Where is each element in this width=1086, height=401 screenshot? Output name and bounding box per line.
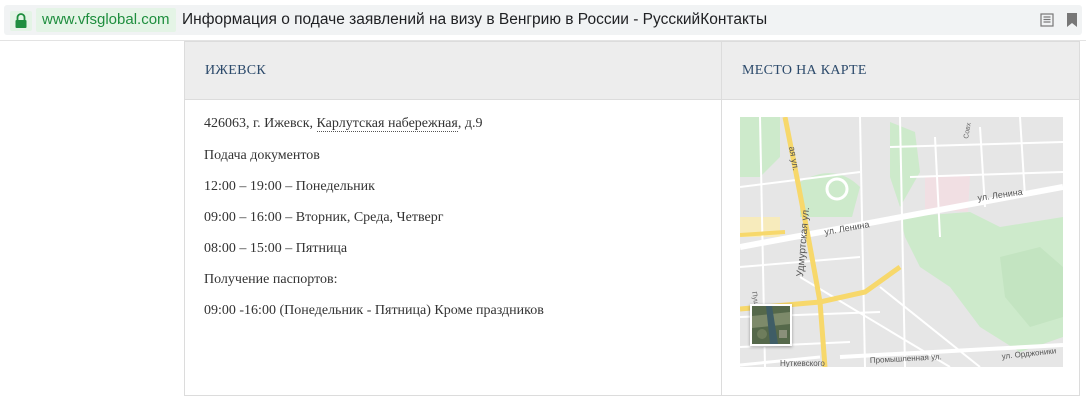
address-street-link[interactable]: Карлутская набережная (316, 116, 458, 132)
url-page-title[interactable]: Информация о подаче заявлений на визу в … (182, 8, 767, 32)
address-suffix: , д.9 (457, 116, 483, 131)
hours-monday: 12:00 – 19:00 – Понедельник (204, 179, 375, 194)
office-map[interactable]: Удмуртская ул. ул. Ленина ул. Ленина Про… (740, 117, 1063, 367)
label-sovkh: Совх (963, 122, 973, 140)
satellite-toggle[interactable] (750, 304, 792, 346)
secure-lock-icon[interactable] (10, 11, 32, 31)
pickup-hours: 09:00 -16:00 (Понедельник - Пятница) Кро… (204, 303, 544, 318)
column-divider (721, 42, 722, 395)
submission-title: Подача документов (204, 148, 320, 163)
contacts-table: ИЖЕВСК МЕСТО НА КАРТЕ 426063, г. Ижевск,… (184, 41, 1080, 396)
header-map: МЕСТО НА КАРТЕ (742, 63, 867, 78)
address-line: 426063, г. Ижевск, Карлутская набережная… (204, 114, 482, 134)
bookmark-icon[interactable] (1066, 13, 1078, 32)
hours-friday: 08:00 – 15:00 – Пятница (204, 241, 348, 256)
omnibox[interactable]: www.vfsglobal.com Информация о подаче за… (4, 5, 1082, 35)
label-top-left: ая ул. (787, 146, 801, 172)
header-city: ИЖЕВСК (205, 63, 267, 78)
address-bar: www.vfsglobal.com Информация о подаче за… (0, 0, 1086, 41)
url-domain[interactable]: www.vfsglobal.com (36, 8, 176, 32)
address-prefix: 426063, г. Ижевск, (204, 116, 317, 131)
hours-tue-thu: 09:00 – 16:00 – Вторник, Среда, Четверг (204, 210, 444, 225)
reader-mode-icon[interactable] (1040, 13, 1054, 32)
table-header: ИЖЕВСК МЕСТО НА КАРТЕ (185, 42, 1079, 100)
label-bottom-left: Нуткевского (780, 359, 825, 367)
pickup-title: Получение паспортов: (204, 272, 338, 287)
